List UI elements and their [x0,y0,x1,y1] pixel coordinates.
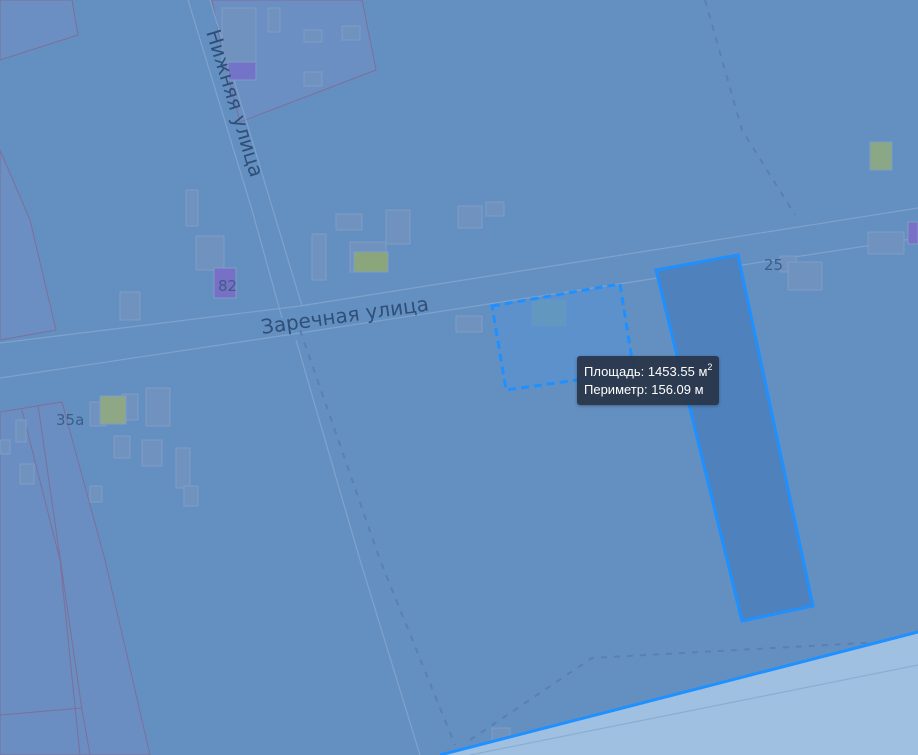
perimeter-label: Периметр: [584,382,648,397]
perimeter-line: Периметр: 156.09 м [584,381,712,399]
building [99,395,127,425]
area-exponent: 2 [707,361,713,372]
area-label: Площадь: [584,364,645,379]
map-base-layer: Заречная улица Нижняя улица 82 35а 25 [0,0,918,755]
house-number: 25 [764,256,783,274]
map-background [0,0,918,755]
building [869,141,893,171]
measure-tooltip: Площадь: 1453.55 м2 Периметр: 156.09 м [577,356,720,405]
building [353,251,389,273]
house-number: 35а [56,411,84,429]
map-canvas[interactable]: Заречная улица Нижняя улица 82 35а 25 Пл… [0,0,918,755]
perimeter-value: 156.09 м [651,382,704,397]
area-value: 1453.55 [647,364,695,379]
building [907,221,918,245]
area-line: Площадь: 1453.55 м2 [584,361,713,381]
house-number: 82 [218,277,237,295]
